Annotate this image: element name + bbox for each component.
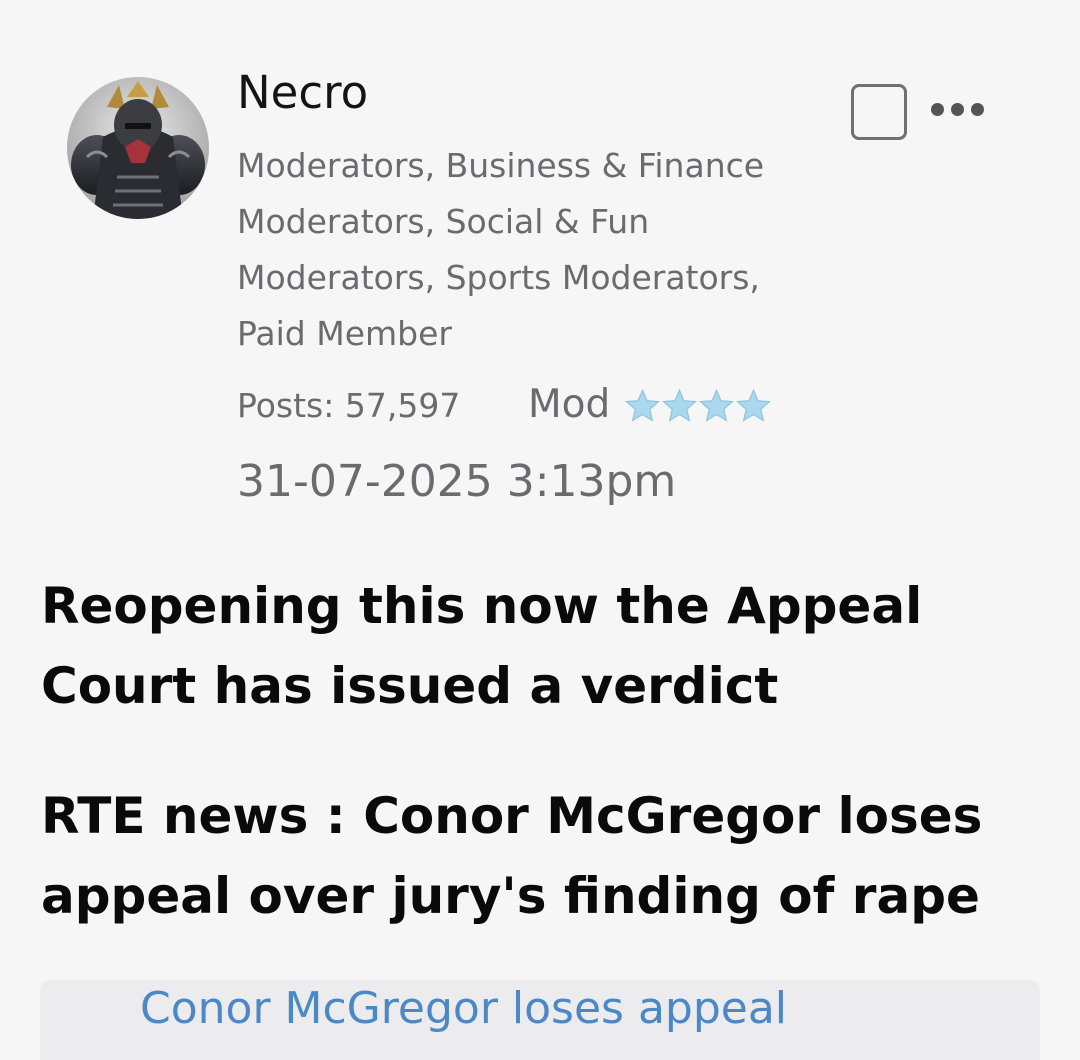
star-icon xyxy=(699,388,734,422)
post-count: Posts: 57,597 xyxy=(237,386,461,425)
author-group-line: Paid Member xyxy=(237,314,452,353)
star-icon xyxy=(662,388,697,422)
more-options-icon[interactable] xyxy=(920,88,994,130)
dot xyxy=(930,102,944,116)
post-paragraph-line: Reopening this now the Appeal xyxy=(41,577,923,635)
dot xyxy=(950,102,964,116)
author-name[interactable]: Necro xyxy=(237,66,368,120)
post-paragraph: RTE news : Conor McGregor loses appeal o… xyxy=(41,776,1051,936)
author-group-line: Moderators, Social & Fun xyxy=(237,202,650,241)
link-preview-card[interactable]: Conor McGregor loses appeal xyxy=(40,980,1040,1060)
author-group-line: Moderators, Sports Moderators, xyxy=(237,258,760,297)
author-group-line: Moderators, Business & Finance xyxy=(237,146,765,185)
avatar[interactable] xyxy=(67,77,209,219)
post-paragraph: Reopening this now the Appeal Court has … xyxy=(41,566,1051,726)
author-groups: Moderators, Business & Finance Moderator… xyxy=(237,138,837,362)
post-body: Reopening this now the Appeal Court has … xyxy=(41,566,1051,936)
rank-label: Mod xyxy=(528,382,611,427)
star-icon xyxy=(625,388,660,422)
post-paragraph-line: Court has issued a verdict xyxy=(41,657,779,715)
checkbox-icon[interactable] xyxy=(851,84,907,140)
armored-knight-avatar-icon xyxy=(67,77,209,219)
rank-stars xyxy=(624,387,772,425)
link-preview-title[interactable]: Conor McGregor loses appeal xyxy=(140,982,787,1036)
post-timestamp[interactable]: 31-07-2025 3:13pm xyxy=(237,452,676,512)
dot xyxy=(970,102,984,116)
post-paragraph-line: appeal over jury's finding of rape xyxy=(41,867,980,925)
star-icon xyxy=(736,388,771,422)
post-paragraph-line: RTE news : Conor McGregor loses xyxy=(41,787,983,845)
